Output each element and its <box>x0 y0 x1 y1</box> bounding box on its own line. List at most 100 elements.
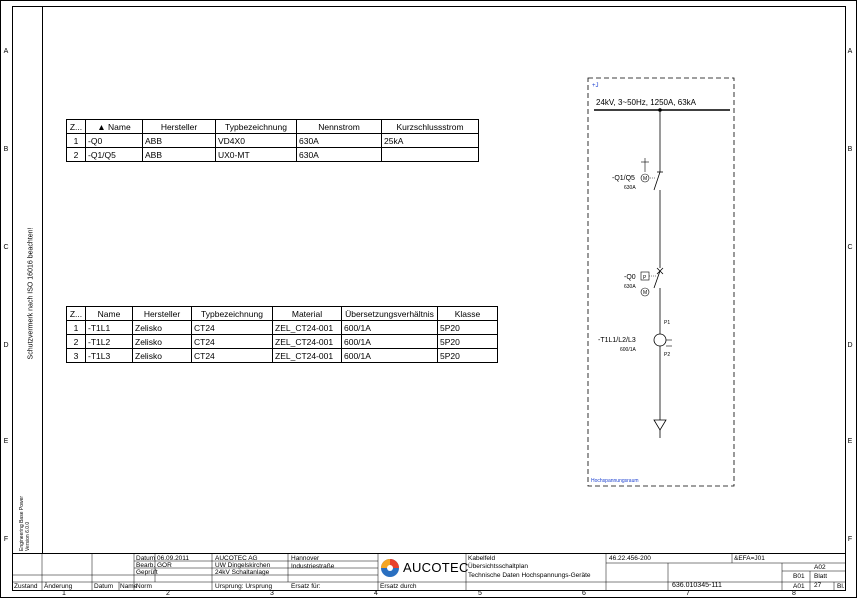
sheet-a: A01 <box>793 583 805 590</box>
cell: -Q1/Q5 <box>85 147 143 162</box>
col-label: 2 <box>166 590 170 597</box>
table-header-row: Z... Name Hersteller Typbezeichnung Mate… <box>66 306 498 321</box>
cell: 5P20 <box>437 334 498 349</box>
cell: -T1L1 <box>85 320 133 335</box>
cell: CT24 <box>191 320 273 335</box>
col-header[interactable]: Hersteller <box>132 306 192 321</box>
cell: 630A <box>296 147 382 162</box>
bearb-value: GOR <box>157 562 172 569</box>
cell: 1 <box>66 133 86 148</box>
plant-name: 24kV Schaltanlage <box>215 569 270 576</box>
col-label: 1 <box>62 590 66 597</box>
norm-label: Norm <box>136 583 152 590</box>
cell: 5P20 <box>437 320 498 335</box>
row-label: C <box>3 244 9 251</box>
col-header[interactable]: ▲ Name <box>85 119 143 134</box>
col-header[interactable]: Nennstrom <box>296 119 382 134</box>
sheet-desc-3: Technische Daten Hochspannungs-Geräte <box>468 572 591 579</box>
col-header[interactable]: Typbezeichnung <box>191 306 273 321</box>
sheet-desc-2: Übersichtsschaltplan <box>468 563 528 570</box>
row-label: D <box>3 342 9 349</box>
motor-symbol: M <box>643 176 647 182</box>
col-label: 3 <box>270 590 274 597</box>
col-header[interactable]: Übersetzungsverhältnis <box>341 306 438 321</box>
row-label: F <box>3 536 9 543</box>
col-header[interactable]: Z... <box>66 119 86 134</box>
cell: VD4X0 <box>215 133 297 148</box>
city: Hannover <box>291 555 320 562</box>
aucotec-logo: AUCOTEC <box>380 557 468 579</box>
table-row[interactable]: 2 -Q1/Q5 ABB UX0-MT 630A <box>66 147 479 162</box>
q0-label: -Q0 <box>624 274 636 281</box>
code-2: &EFA=J01 <box>734 555 765 562</box>
location-tag: +J <box>592 83 599 89</box>
col-header[interactable]: Kurzschlussstrom <box>381 119 479 134</box>
col-label: 5 <box>478 590 482 597</box>
row-label: A <box>3 48 9 55</box>
name-label: Name <box>120 583 138 590</box>
cell: Zelisko <box>132 348 192 363</box>
ct-label: -T1L1/L2/L3 <box>598 337 636 344</box>
sheet-desc-1: Kabelfeld <box>468 555 496 562</box>
logo-mark-icon <box>381 559 399 577</box>
cell: -T1L2 <box>85 334 133 349</box>
cell: 600/1A <box>341 348 438 363</box>
col-label: 7 <box>686 590 690 597</box>
table-row[interactable]: 1 -Q0 ABB VD4X0 630A 25kA <box>66 133 479 148</box>
company-name: AUCOTEC AG <box>215 555 258 562</box>
cell: ABB <box>142 133 216 148</box>
ct-p2-label: P2 <box>664 352 670 358</box>
q1-rating: 630A <box>624 185 636 191</box>
cell: ZEL_CT24-001 <box>272 348 342 363</box>
cell: 600/1A <box>341 320 438 335</box>
cell: ZEL_CT24-001 <box>272 320 342 335</box>
disconnector-blade <box>653 171 661 191</box>
code-3: A02 <box>814 564 826 571</box>
code-1: 46.22.456-200 <box>609 555 651 562</box>
col-header[interactable]: Material <box>272 306 342 321</box>
blatt-label: Blatt <box>814 573 828 580</box>
gepr-label: Geprüft <box>136 569 158 576</box>
datum-value: 06.09.2011 <box>157 555 190 562</box>
cell: CT24 <box>191 334 273 349</box>
row-label: A <box>847 48 853 55</box>
datum-label: Datum <box>136 555 156 562</box>
cell: 600/1A <box>341 334 438 349</box>
cell: -T1L3 <box>85 348 133 363</box>
row-label: D <box>847 342 853 349</box>
cell: Zelisko <box>132 320 192 335</box>
col-header[interactable]: Z... <box>66 306 86 321</box>
cable-termination-icon <box>653 419 667 431</box>
cell: 2 <box>66 147 86 162</box>
table-row[interactable]: 3 -T1L3 Zelisko CT24 ZEL_CT24-001 600/1A… <box>66 348 498 363</box>
street: Industriestraße <box>291 563 335 570</box>
col-header[interactable]: Name <box>85 306 133 321</box>
table-row[interactable]: 1 -T1L1 Zelisko CT24 ZEL_CT24-001 600/1A… <box>66 320 498 335</box>
busbar-text: 24kV, 3~50Hz, 1250A, 63kA <box>596 98 697 107</box>
cell: 5P20 <box>437 348 498 363</box>
bl-label: Bl. <box>837 583 845 590</box>
cell: Zelisko <box>132 334 192 349</box>
col-header[interactable]: Typbezeichnung <box>215 119 297 134</box>
cell: UX0-MT <box>215 147 297 162</box>
side-note: Schutzvermerk nach ISO 16016 beachten! <box>27 227 35 360</box>
ursprung: Ursprung: Ursprung <box>215 583 273 590</box>
blatt-prev: B01 <box>793 573 805 580</box>
cell: 1 <box>66 320 86 335</box>
cell <box>381 147 479 162</box>
table-row[interactable]: 2 -T1L2 Zelisko CT24 ZEL_CT24-001 600/1A… <box>66 334 498 349</box>
row-label: B <box>3 146 9 153</box>
ersatz-durch: Ersatz durch <box>380 583 417 590</box>
col-header[interactable]: Klasse <box>437 306 498 321</box>
single-line-schematic: +J 24kV, 3~50Hz, 1250A, 63kA M -Q1/Q5 63… <box>587 77 735 487</box>
device-table-switches: Z... ▲ Name Hersteller Typbezeichnung Ne… <box>66 119 479 162</box>
col-label: 8 <box>792 590 796 597</box>
switchgear-boundary <box>587 77 735 487</box>
aenderung-label: Änderung <box>44 583 73 590</box>
project-name: UW Dingelskirchen <box>215 562 271 569</box>
cell: 3 <box>66 348 86 363</box>
cell: ABB <box>142 147 216 162</box>
drawing-number: 636.010345-111 <box>672 582 722 589</box>
col-header[interactable]: Hersteller <box>142 119 216 134</box>
row-label: E <box>847 438 853 445</box>
